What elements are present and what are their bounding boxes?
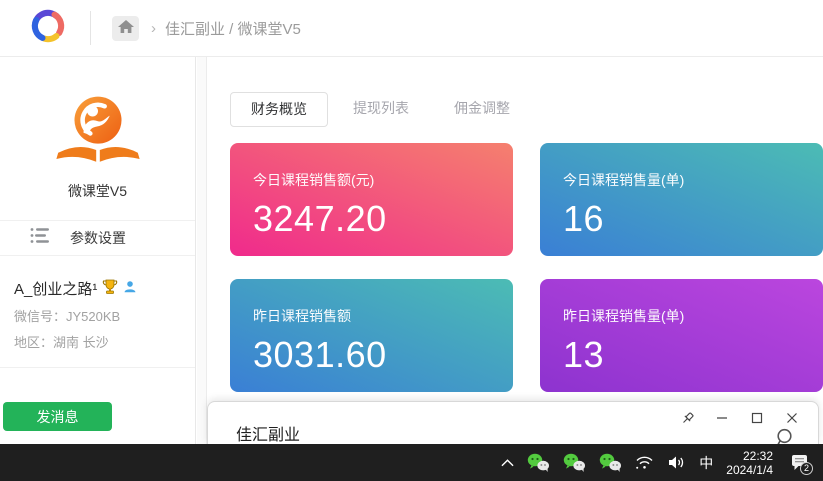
stat-label: 昨日课程销售量(单) bbox=[563, 306, 823, 326]
stat-value: 16 bbox=[563, 198, 823, 240]
stat-card-yesterday-volume: 昨日课程销售量(单) 13 bbox=[540, 279, 823, 392]
sidebar-item-label: 参数设置 bbox=[70, 228, 126, 248]
clock-time: 22:32 bbox=[726, 449, 773, 463]
chevron-up-icon[interactable] bbox=[501, 459, 514, 467]
taskbar: 中 22:32 2024/1/4 2 bbox=[0, 444, 823, 481]
stat-label: 昨日课程销售额 bbox=[253, 306, 513, 326]
stat-value: 3247.20 bbox=[253, 198, 513, 240]
stat-cards: 今日课程销售额(元) 3247.20 今日课程销售量(单) 16 昨日课程销售额… bbox=[230, 143, 823, 392]
tab-withdraw-list[interactable]: 提现列表 bbox=[333, 92, 429, 127]
sidebar-item-settings[interactable]: 参数设置 bbox=[0, 220, 195, 256]
breadcrumb[interactable]: 佳汇副业 / 微课堂V5 bbox=[165, 18, 301, 39]
stat-value: 3031.60 bbox=[253, 334, 513, 376]
trophy-icon bbox=[102, 279, 118, 299]
clock-date: 2024/1/4 bbox=[726, 463, 773, 477]
window-controls bbox=[675, 407, 804, 429]
content-scrollbar[interactable] bbox=[197, 57, 207, 444]
search-icon[interactable] bbox=[775, 428, 793, 444]
pin-icon[interactable] bbox=[675, 407, 699, 429]
popup-window-title: 佳汇副业 bbox=[236, 421, 300, 444]
notification-count-badge: 2 bbox=[800, 462, 813, 475]
main-content: 财务概览 提现列表 佣金调整 今日课程销售额(元) 3247.20 今日课程销售… bbox=[208, 57, 823, 444]
popup-window: 佳汇副业 bbox=[207, 401, 819, 444]
chevron-right-icon: › bbox=[151, 20, 156, 37]
volume-icon[interactable] bbox=[667, 455, 686, 470]
divider bbox=[0, 367, 195, 368]
app-header: › 佳汇副业 / 微课堂V5 bbox=[0, 0, 823, 57]
org-logo-icon bbox=[52, 93, 144, 169]
profile-card: A_创业之路¹ 微信号：JY52 bbox=[0, 256, 195, 351]
wifi-icon[interactable] bbox=[635, 455, 654, 470]
user-icon bbox=[123, 280, 137, 298]
stat-card-today-sales: 今日课程销售额(元) 3247.20 bbox=[230, 143, 513, 256]
screen: › 佳汇副业 / 微课堂V5 微课堂V5 bbox=[0, 0, 823, 481]
profile-name: A_创业之路¹ bbox=[14, 278, 97, 299]
sidebar: 微课堂V5 参数设置 A_创业之路¹ bbox=[0, 57, 196, 444]
wechat-icon[interactable] bbox=[599, 453, 622, 472]
close-icon[interactable] bbox=[780, 407, 804, 429]
stat-label: 今日课程销售量(单) bbox=[563, 170, 823, 190]
minimize-icon[interactable] bbox=[710, 407, 734, 429]
stat-card-today-volume: 今日课程销售量(单) 16 bbox=[540, 143, 823, 256]
tab-finance-overview[interactable]: 财务概览 bbox=[230, 92, 328, 127]
send-message-button[interactable]: 发消息 bbox=[3, 402, 112, 431]
ime-indicator[interactable]: 中 bbox=[699, 453, 713, 473]
home-icon bbox=[118, 20, 134, 37]
wechat-icon[interactable] bbox=[563, 453, 586, 472]
maximize-icon[interactable] bbox=[745, 407, 769, 429]
stat-value: 13 bbox=[563, 334, 823, 376]
header-divider bbox=[90, 11, 91, 45]
app-name: 微课堂V5 bbox=[0, 181, 195, 201]
notification-icon[interactable]: 2 bbox=[786, 452, 813, 474]
home-button[interactable] bbox=[112, 16, 139, 41]
tab-commission-adjust[interactable]: 佣金调整 bbox=[434, 92, 530, 127]
stat-label: 今日课程销售额(元) bbox=[253, 170, 513, 190]
stat-card-yesterday-sales: 昨日课程销售额 3031.60 bbox=[230, 279, 513, 392]
taskbar-clock[interactable]: 22:32 2024/1/4 bbox=[726, 449, 773, 477]
profile-region: 地区：湖南 长沙 bbox=[14, 332, 181, 351]
menu-list-icon bbox=[30, 227, 51, 249]
tab-bar: 财务概览 提现列表 佣金调整 bbox=[230, 92, 823, 127]
profile-wechat-id: 微信号：JY520KB bbox=[14, 306, 181, 325]
wechat-icon[interactable] bbox=[527, 453, 550, 472]
app-logo-icon bbox=[27, 5, 69, 52]
